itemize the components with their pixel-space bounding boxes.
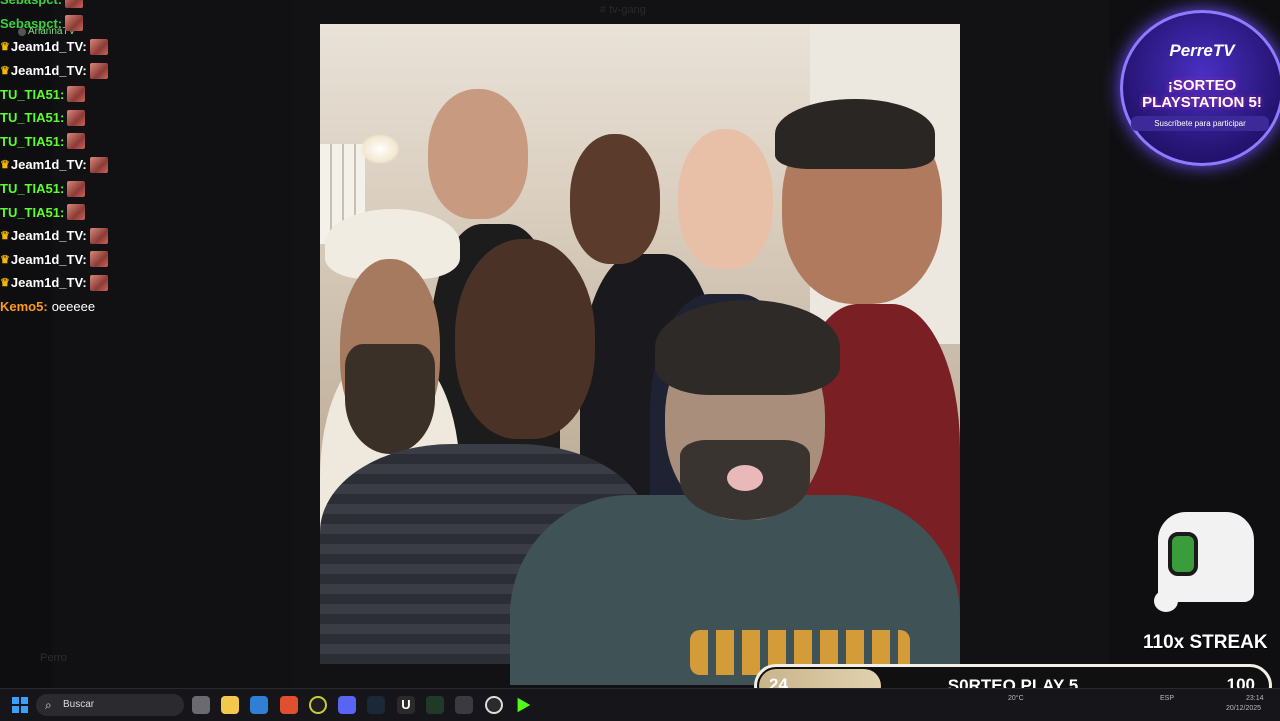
- photo-chandelier: [360, 134, 400, 164]
- kick-icon[interactable]: [517, 697, 531, 713]
- outlook-icon[interactable]: [250, 696, 268, 714]
- file-explorer-icon[interactable]: [221, 696, 239, 714]
- emote-icon: [67, 204, 86, 221]
- chat-message: TU_TIA51:: [0, 177, 320, 201]
- chat-message: TU_TIA51:: [0, 82, 320, 106]
- badge-title: ¡SORTEO PLAYSTATION 5!: [1123, 77, 1280, 111]
- chat-username[interactable]: TU_TIA51:: [0, 134, 64, 149]
- window-title: # tv-gang: [600, 4, 646, 16]
- badge-brand: PerreTV: [1169, 41, 1235, 60]
- taskbar-search[interactable]: ⌕ Buscar: [36, 694, 184, 716]
- chat-username[interactable]: Kemo5:: [0, 299, 48, 314]
- badge-subtitle: Suscríbete para participar: [1131, 116, 1269, 131]
- chat-message: ♛ Jeam1d_TV:: [0, 35, 320, 59]
- person-beard: [345, 344, 435, 454]
- badge-title-line1: ¡SORTEO: [1167, 77, 1237, 94]
- brave-icon[interactable]: [280, 696, 298, 714]
- emote-icon: [65, 0, 84, 8]
- language-label[interactable]: ESP: [1160, 695, 1174, 702]
- emote-icon: [67, 109, 86, 126]
- crown-icon: ♛: [0, 159, 10, 172]
- chat-message: Sebaspct:: [0, 0, 320, 12]
- emote-icon: [89, 62, 108, 79]
- search-icon: ⌕: [45, 698, 52, 712]
- unreal-icon[interactable]: U: [397, 696, 415, 714]
- streak-drop-icon: [1154, 590, 1178, 612]
- emote-icon: [67, 180, 86, 197]
- crown-icon: ♛: [0, 41, 10, 54]
- chat-username[interactable]: Jeam1d_TV:: [11, 228, 87, 243]
- chat-username[interactable]: Sebaspct:: [0, 16, 62, 31]
- current-user-label: Perro: [40, 652, 67, 664]
- chat-message: ♛ Jeam1d_TV:: [0, 153, 320, 177]
- weather-label[interactable]: 20°C: [1008, 695, 1024, 702]
- crown-icon: ♛: [0, 253, 10, 266]
- chat-message: Sebaspct:: [0, 12, 320, 36]
- chat-overlay: Sebaspct:Sebaspct:♛Jeam1d_TV:♛Jeam1d_TV:…: [0, 0, 320, 318]
- chat-username[interactable]: Jeam1d_TV:: [11, 275, 87, 290]
- chat-username[interactable]: TU_TIA51:: [0, 181, 64, 196]
- chat-message: ♛ Jeam1d_TV:: [0, 271, 320, 295]
- chat-message: ♛ Jeam1d_TV:: [0, 59, 320, 83]
- person-head: [678, 129, 773, 269]
- chat-username[interactable]: Sebaspct:: [0, 0, 62, 7]
- webcam-streamer-mouth: [727, 465, 763, 491]
- person-head: [570, 134, 660, 264]
- crown-icon: ♛: [0, 230, 10, 243]
- start-button[interactable]: [12, 697, 28, 713]
- emote-icon: [67, 133, 86, 150]
- chat-message: Kemo5: oeeeee: [0, 295, 320, 319]
- emote-icon: [89, 251, 108, 268]
- emote-icon: [89, 274, 108, 291]
- search-input[interactable]: Buscar: [63, 699, 94, 710]
- person-head: [428, 89, 528, 219]
- task-view-icon[interactable]: [192, 696, 210, 714]
- giveaway-badge: PerreTV ¡SORTEO PLAYSTATION 5! Suscríbet…: [1120, 10, 1280, 166]
- chat-message: ♛ Jeam1d_TV:: [0, 248, 320, 272]
- chat-message: TU_TIA51:: [0, 130, 320, 154]
- app-icon[interactable]: [426, 696, 444, 714]
- chat-username[interactable]: Jeam1d_TV:: [11, 39, 87, 54]
- chat-message: TU_TIA51:: [0, 200, 320, 224]
- chat-username[interactable]: TU_TIA51:: [0, 205, 64, 220]
- app-icon[interactable]: [455, 696, 473, 714]
- streak-label: 110x STREAK: [1143, 632, 1268, 653]
- clock-time[interactable]: 23:14: [1246, 695, 1264, 702]
- emote-icon: [67, 86, 86, 103]
- person-hair: [775, 99, 935, 169]
- person-head: [455, 239, 595, 439]
- emote-icon: [89, 38, 108, 55]
- discord-icon[interactable]: [338, 696, 356, 714]
- obs-icon[interactable]: [485, 696, 503, 714]
- chat-username[interactable]: TU_TIA51:: [0, 110, 64, 125]
- chat-username[interactable]: Jeam1d_TV:: [11, 252, 87, 267]
- webcam-streamer-hair: [655, 300, 840, 395]
- chat-username[interactable]: TU_TIA51:: [0, 87, 64, 102]
- chat-message: ♛ Jeam1d_TV:: [0, 224, 320, 248]
- badge-title-line2: PLAYSTATION 5!: [1142, 94, 1262, 111]
- streak-eye-icon: [1168, 532, 1198, 576]
- emote-icon: [89, 156, 108, 173]
- chat-text: oeeeee: [51, 299, 96, 315]
- app-icon[interactable]: [309, 696, 327, 714]
- chat-username[interactable]: Jeam1d_TV:: [11, 157, 87, 172]
- crown-icon: ♛: [0, 65, 10, 78]
- chat-message: TU_TIA51:: [0, 106, 320, 130]
- crown-icon: ♛: [0, 277, 10, 290]
- emote-icon: [89, 227, 108, 244]
- taskbar: ⌕ Buscar U 20°C ESP 23:14 20/12/2025: [0, 688, 1280, 721]
- chat-username[interactable]: Jeam1d_TV:: [11, 63, 87, 78]
- emote-icon: [65, 15, 84, 32]
- clock-date[interactable]: 20/12/2025: [1226, 705, 1261, 712]
- steam-icon[interactable]: [367, 696, 385, 714]
